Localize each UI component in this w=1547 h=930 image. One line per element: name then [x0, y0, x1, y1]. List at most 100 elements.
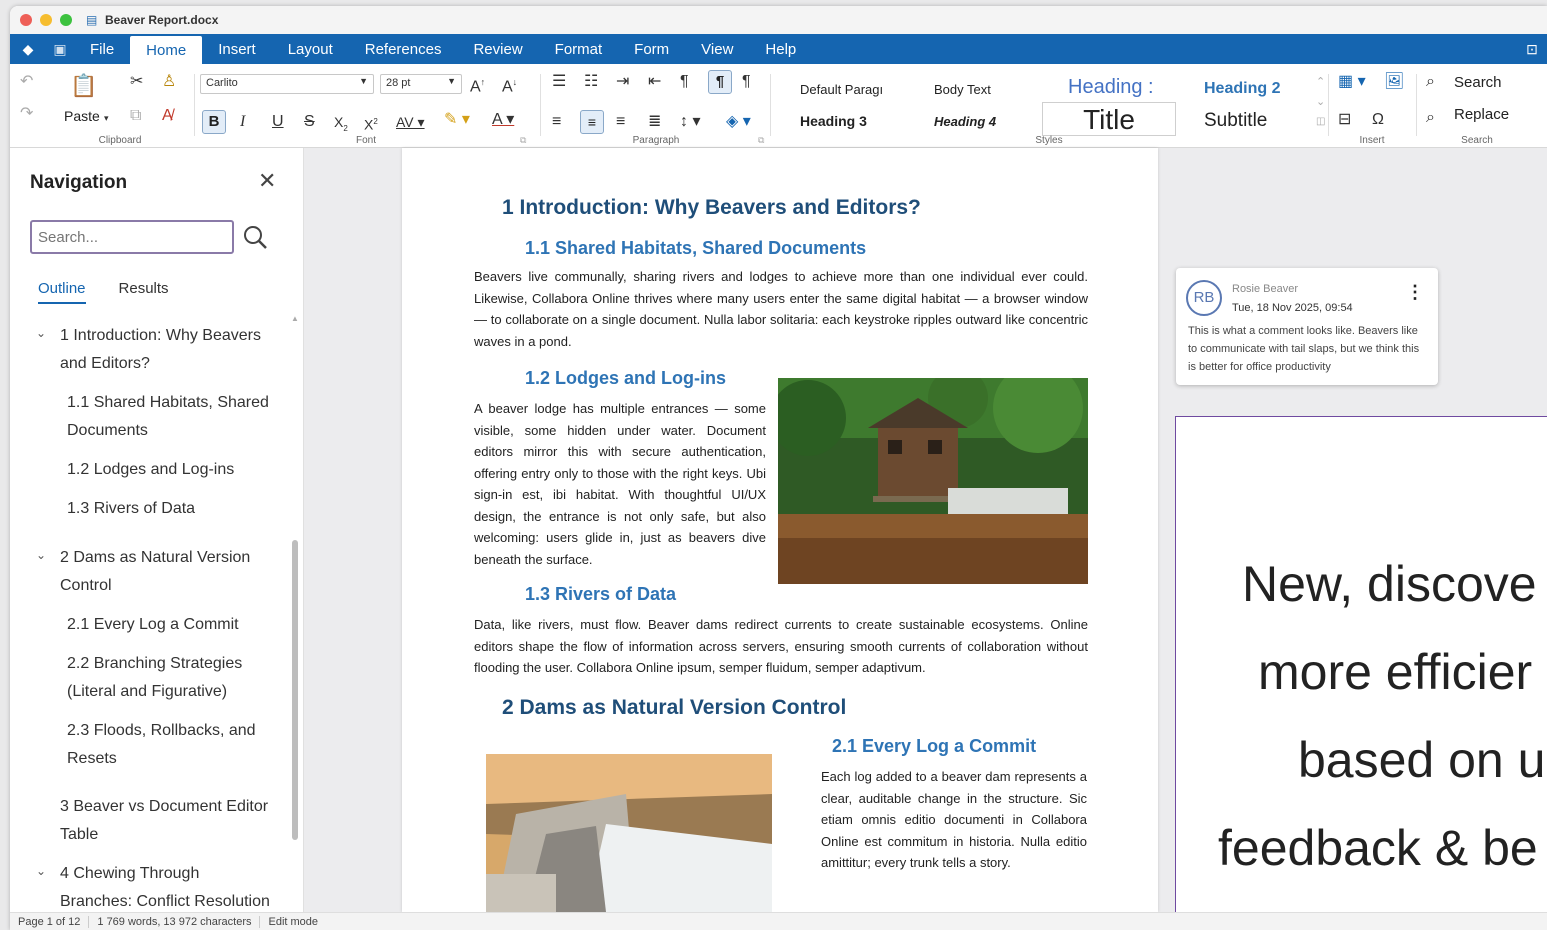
- paste-dropdown-icon[interactable]: ▾: [104, 108, 109, 128]
- font-size-select[interactable]: 28 pt ▼: [380, 74, 462, 94]
- tab-file[interactable]: File: [74, 34, 130, 64]
- outline-item[interactable]: 2 Dams as Natural Version Control: [60, 544, 250, 600]
- line-spacing-icon[interactable]: ↕ ▾: [680, 112, 700, 132]
- outline-item[interactable]: 1 Introduction: Why Beavers and Editors?: [60, 322, 261, 378]
- paragraph-ltr-button[interactable]: ¶: [708, 70, 732, 94]
- outline-item[interactable]: 2.3 Floods, Rollbacks, and Resets: [67, 717, 256, 773]
- grow-font-icon[interactable]: A↑: [470, 72, 485, 97]
- replace-button[interactable]: Replace: [1454, 106, 1509, 123]
- scroll-up-icon[interactable]: ▲: [291, 314, 299, 323]
- align-left-icon[interactable]: ≡: [552, 112, 561, 132]
- clear-formatting-icon[interactable]: A̸: [162, 106, 173, 126]
- paragraph-dialog-icon[interactable]: ⧉: [758, 130, 764, 150]
- outline-item[interactable]: 2.1 Every Log a Commit: [67, 611, 239, 639]
- maximize-window-button[interactable]: [60, 14, 72, 26]
- outline-item[interactable]: 4 Chewing Through Branches: Conflict Res…: [60, 860, 270, 916]
- font-color-icon[interactable]: A ▾: [492, 110, 514, 130]
- font-family-select[interactable]: Carlito ▼: [200, 74, 374, 94]
- chevron-down-icon[interactable]: ⌄: [36, 326, 46, 340]
- outline-item[interactable]: 1.2 Lodges and Log-ins: [67, 456, 234, 484]
- chevron-down-icon[interactable]: ⌄: [36, 548, 46, 562]
- paste-button[interactable]: Paste: [64, 108, 100, 124]
- numbered-list-icon[interactable]: ☷: [584, 72, 598, 92]
- navigation-scrollbar[interactable]: [292, 540, 298, 840]
- redo-icon[interactable]: ↷: [20, 104, 33, 124]
- styles-expand-icon[interactable]: ◫: [1316, 112, 1325, 132]
- fold-ribbon-icon[interactable]: ⊡: [1517, 34, 1547, 64]
- italic-button[interactable]: I: [240, 112, 245, 132]
- undo-icon[interactable]: ↶: [20, 72, 33, 92]
- more-options-icon[interactable]: ⋮: [1406, 282, 1424, 303]
- style-default-paragraph[interactable]: Default Paragı: [800, 82, 883, 97]
- insert-image-icon[interactable]: 🖼: [1384, 72, 1404, 92]
- tab-format[interactable]: Format: [539, 34, 619, 64]
- tab-home[interactable]: Home: [130, 36, 203, 64]
- search-icon[interactable]: [242, 224, 268, 250]
- tab-form[interactable]: Form: [618, 34, 685, 64]
- align-right-icon[interactable]: ≡: [616, 112, 625, 132]
- outline-item[interactable]: 1.1 Shared Habitats, Shared Documents: [67, 389, 269, 445]
- align-center-button[interactable]: ≡: [580, 110, 604, 134]
- sidebar-toggle-icon[interactable]: ◆: [10, 34, 46, 64]
- character-spacing-icon[interactable]: AV ▾: [396, 112, 425, 132]
- replace-icon[interactable]: ⌕: [1426, 108, 1435, 128]
- paste-icon[interactable]: 📋: [70, 75, 97, 97]
- insert-table-icon[interactable]: ▦ ▾: [1338, 72, 1366, 92]
- style-subtitle[interactable]: Subtitle: [1204, 110, 1267, 132]
- close-icon[interactable]: ✕: [258, 168, 276, 194]
- style-heading-3[interactable]: Heading 3: [800, 113, 867, 129]
- style-title[interactable]: Title: [1042, 102, 1176, 136]
- underline-button[interactable]: U: [272, 112, 284, 132]
- highlight-color-icon[interactable]: ✎ ▾: [444, 110, 470, 130]
- superscript-button[interactable]: X2: [364, 112, 378, 135]
- formatting-marks-icon[interactable]: ¶: [680, 72, 689, 92]
- style-heading-1[interactable]: Heading :: [1068, 76, 1154, 99]
- tab-review[interactable]: Review: [457, 34, 538, 64]
- justify-icon[interactable]: ≣: [648, 112, 661, 132]
- styles-scroll-up-icon[interactable]: ⌃: [1316, 72, 1325, 92]
- special-character-icon[interactable]: Ω: [1372, 110, 1384, 130]
- tab-help[interactable]: Help: [749, 34, 812, 64]
- strikethrough-button[interactable]: S: [304, 112, 315, 132]
- styles-scroll-down-icon[interactable]: ⌄: [1316, 92, 1325, 112]
- outline-item[interactable]: 1.3 Rivers of Data: [67, 495, 195, 523]
- status-mode[interactable]: Edit mode: [260, 916, 326, 928]
- shrink-font-icon[interactable]: A↓: [502, 72, 517, 97]
- close-window-button[interactable]: [20, 14, 32, 26]
- save-icon[interactable]: ▣: [46, 34, 74, 64]
- tab-layout[interactable]: Layout: [272, 34, 349, 64]
- outline-item[interactable]: 3 Beaver vs Document Editor Table: [60, 793, 268, 849]
- tab-results[interactable]: Results: [119, 280, 169, 304]
- decrease-indent-icon[interactable]: ⇤: [648, 72, 661, 92]
- paragraph-rtl-icon[interactable]: ¶: [742, 72, 751, 92]
- outline-item-label: 2.1 Every Log a Commit: [67, 616, 239, 633]
- copy-icon[interactable]: ⧉: [130, 106, 141, 126]
- font-group-label: Font: [355, 135, 376, 146]
- style-body-text[interactable]: Body Text: [934, 82, 991, 97]
- bold-button[interactable]: B: [202, 110, 226, 134]
- tab-insert[interactable]: Insert: [202, 34, 272, 64]
- status-page[interactable]: Page 1 of 12: [10, 915, 90, 928]
- comment-card[interactable]: RB Rosie Beaver Tue, 18 Nov 2025, 09:54 …: [1176, 268, 1438, 385]
- document-page[interactable]: 1 Introduction: Why Beavers and Editors?…: [402, 148, 1158, 912]
- paragraph-background-icon[interactable]: ◈ ▾: [726, 112, 751, 132]
- tab-view[interactable]: View: [685, 34, 749, 64]
- minimize-window-button[interactable]: [40, 14, 52, 26]
- cut-icon[interactable]: ✂: [130, 72, 143, 92]
- bullet-list-icon[interactable]: ☰: [552, 72, 566, 92]
- search-button[interactable]: Search: [1454, 74, 1502, 91]
- clone-formatting-icon[interactable]: ♙: [162, 72, 176, 92]
- tab-outline[interactable]: Outline: [38, 280, 86, 304]
- search-icon[interactable]: ⌕: [1426, 72, 1435, 92]
- chevron-down-icon[interactable]: ⌄: [36, 864, 46, 878]
- tab-references[interactable]: References: [349, 34, 458, 64]
- increase-indent-icon[interactable]: ⇥: [616, 72, 629, 92]
- style-heading-4[interactable]: Heading 4: [934, 114, 996, 129]
- page-break-icon[interactable]: ⊟: [1338, 110, 1351, 130]
- dam-image[interactable]: [486, 754, 772, 912]
- style-heading-2[interactable]: Heading 2: [1204, 80, 1280, 98]
- font-dialog-icon[interactable]: ⧉: [520, 130, 526, 150]
- navigation-search-input[interactable]: [30, 220, 234, 254]
- outline-item[interactable]: 2.2 Branching Strategies (Literal and Fi…: [67, 650, 242, 706]
- lodge-image[interactable]: [778, 378, 1088, 584]
